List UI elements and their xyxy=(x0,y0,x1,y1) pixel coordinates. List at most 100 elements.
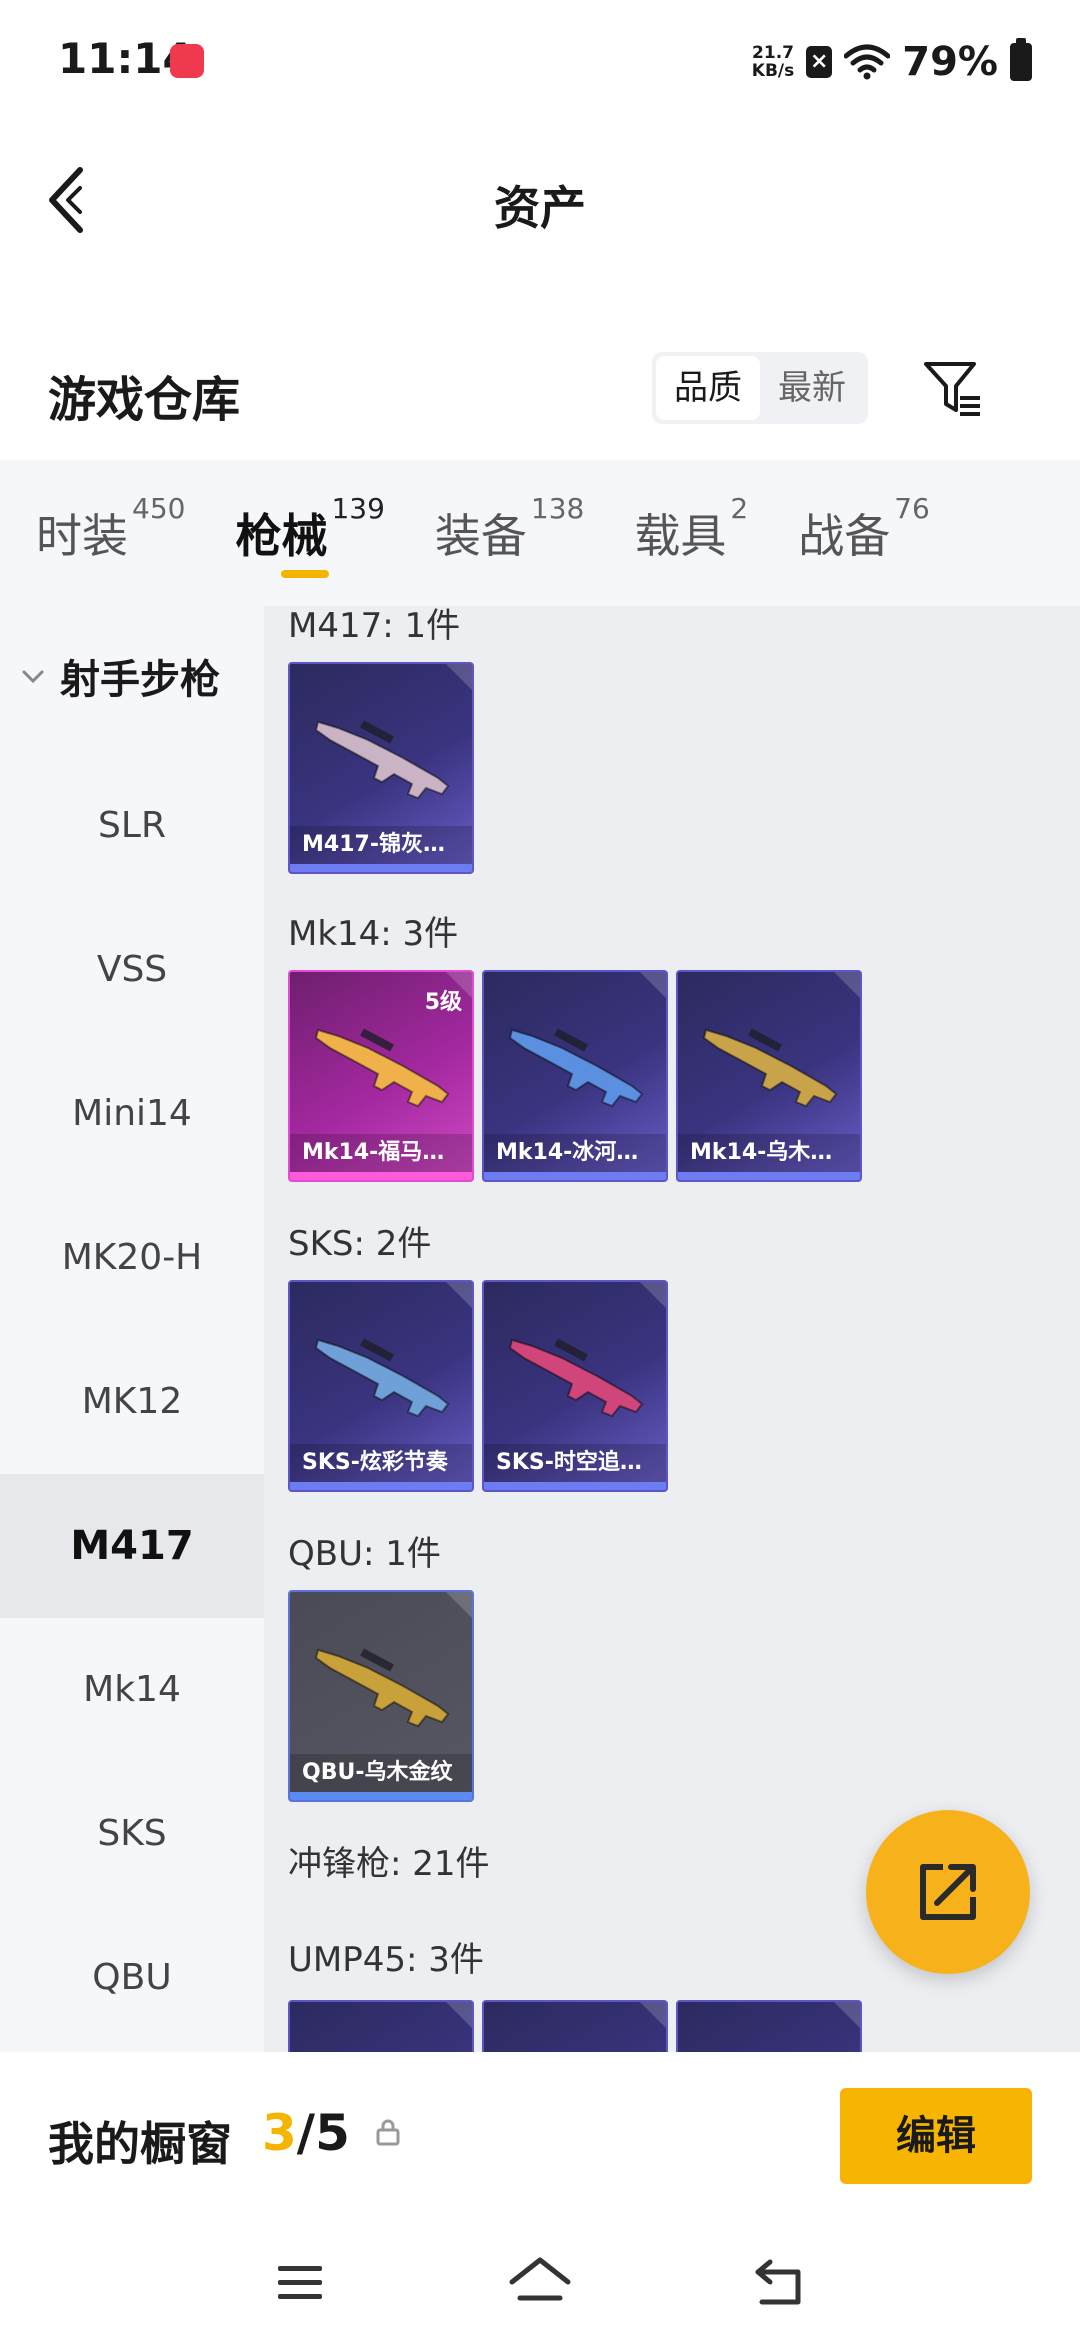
filter-icon[interactable] xyxy=(920,356,984,420)
network-speed-value: 21.7 xyxy=(752,43,794,63)
tab-supplies[interactable]: 战备76 xyxy=(798,460,930,606)
rarity-bar xyxy=(290,864,472,872)
sidebar-item-mk14[interactable]: Mk14 xyxy=(0,1618,264,1762)
weapon-card[interactable]: SKS-时空追… xyxy=(482,1280,668,1492)
sort-option-quality[interactable]: 品质 xyxy=(656,356,760,420)
card-corner-decoration xyxy=(446,1282,472,1308)
back-nav-icon[interactable] xyxy=(740,2252,820,2312)
app-notification-icon xyxy=(170,44,204,78)
weapon-card-name: M417-锦灰… xyxy=(290,826,472,864)
no-sim-icon: × xyxy=(806,46,833,78)
tab-count: 2 xyxy=(730,491,749,525)
rarity-bar xyxy=(290,1172,472,1180)
tab-label: 战备 xyxy=(798,509,891,563)
card-corner-decoration xyxy=(446,1592,472,1618)
sidebar-item-sks[interactable]: SKS xyxy=(0,1762,264,1906)
rifle-icon xyxy=(314,720,450,800)
tab-label: 载具 xyxy=(634,509,727,563)
weapon-card-name: Mk14-福马… xyxy=(290,1134,472,1172)
section-label: SKS: 2件 xyxy=(288,1224,432,1264)
tab-label: 枪械 xyxy=(235,509,328,563)
weapon-card[interactable]: 5级 Mk14-福马… xyxy=(288,970,474,1182)
rifle-icon xyxy=(308,2038,458,2052)
rifle-icon xyxy=(314,1028,450,1108)
share-button[interactable] xyxy=(866,1810,1030,1974)
rifle-icon xyxy=(314,1648,450,1728)
weapon-card-name: Mk14-冰河… xyxy=(484,1134,666,1172)
tab-equipment[interactable]: 装备138 xyxy=(435,460,584,606)
system-nav-bar xyxy=(0,2222,1080,2344)
weapon-card[interactable]: QBU-乌木金纹 xyxy=(288,1590,474,1802)
rifle-icon xyxy=(314,1338,450,1418)
sidebar-item-vss[interactable]: VSS xyxy=(0,898,264,1042)
card-corner-decoration xyxy=(446,2002,472,2028)
battery-percent: 79% xyxy=(902,39,998,85)
weapon-card-name: QBU-乌木金纹 xyxy=(290,1754,472,1792)
card-corner-decoration xyxy=(640,1282,666,1308)
sidebar-group-marksman[interactable]: 射手步枪 xyxy=(0,626,264,726)
showcase-separator: / xyxy=(296,2104,316,2162)
rarity-bar xyxy=(290,1792,472,1800)
rarity-bar xyxy=(678,1172,860,1180)
section-label: Mk14: 3件 xyxy=(288,914,459,954)
tab-guns[interactable]: 枪械139 xyxy=(235,460,385,606)
chevron-down-icon xyxy=(22,670,44,684)
category-tabs: 时装450 枪械139 装备138 载具2 战备76 xyxy=(0,460,1080,606)
section-label: UMP45: 3件 xyxy=(288,1940,484,1980)
tab-count: 450 xyxy=(132,491,186,525)
weapon-card-name: SKS-时空追… xyxy=(484,1444,666,1482)
sidebar-item-qbu[interactable]: QBU xyxy=(0,1906,264,2050)
showcase-count: 3/5 xyxy=(262,2104,350,2162)
home-icon[interactable] xyxy=(500,2252,580,2312)
network-speed: 21.7 KB/s xyxy=(752,44,794,80)
weapon-card[interactable] xyxy=(288,2000,474,2052)
battery-icon xyxy=(1010,38,1032,81)
showcase-current: 3 xyxy=(262,2104,297,2162)
rifle-icon xyxy=(502,2038,652,2052)
tab-count: 138 xyxy=(530,491,585,525)
section-label: QBU: 1件 xyxy=(288,1534,441,1574)
status-bar: 11:14 21.7 KB/s × 79% xyxy=(0,0,1080,120)
weapon-card[interactable]: M417-锦灰… xyxy=(288,662,474,874)
lock-icon[interactable] xyxy=(374,2118,402,2146)
status-right: 21.7 KB/s × 79% xyxy=(752,38,1032,86)
weapon-card[interactable] xyxy=(482,2000,668,2052)
menu-icon[interactable] xyxy=(260,2252,340,2312)
warehouse-title: 游戏仓库 xyxy=(48,372,241,428)
tab-fashion[interactable]: 时装450 xyxy=(36,460,185,606)
weapon-card[interactable] xyxy=(676,2000,862,2052)
showcase-title: 我的橱窗 xyxy=(48,2117,232,2171)
section-label: 冲锋枪: 21件 xyxy=(288,1844,490,1884)
section-label: M417: 1件 xyxy=(288,606,461,646)
sidebar-item-slr[interactable]: SLR xyxy=(0,754,264,898)
card-corner-decoration xyxy=(834,972,860,998)
sidebar-item-mk12[interactable]: MK12 xyxy=(0,1330,264,1474)
wifi-icon xyxy=(844,44,891,80)
weapon-card-name: SKS-炫彩节奏 xyxy=(290,1444,472,1482)
sidebar-group-label: 射手步枪 xyxy=(60,657,220,703)
external-link-icon xyxy=(920,1864,976,1920)
warehouse-header: 游戏仓库 品质 最新 xyxy=(0,330,1080,450)
card-corner-decoration xyxy=(446,664,472,690)
weapon-card[interactable]: Mk14-冰河… xyxy=(482,970,668,1182)
tab-vehicles[interactable]: 载具2 xyxy=(634,460,748,606)
edit-button[interactable]: 编辑 xyxy=(840,2088,1032,2184)
weapon-card-name: Mk14-乌木… xyxy=(678,1134,860,1172)
sidebar-item-mk20h[interactable]: MK20-H xyxy=(0,1186,264,1330)
rifle-icon xyxy=(702,1028,838,1108)
sidebar-item-mini14[interactable]: Mini14 xyxy=(0,1042,264,1186)
tab-label: 时装 xyxy=(36,509,128,563)
sort-option-newest[interactable]: 最新 xyxy=(760,356,864,420)
page-title: 资产 xyxy=(494,181,586,235)
card-corner-decoration xyxy=(640,2002,666,2028)
showcase-total: 5 xyxy=(315,2104,350,2162)
tab-count: 76 xyxy=(894,491,930,525)
rifle-icon xyxy=(696,2038,846,2052)
tab-count: 139 xyxy=(331,491,385,525)
weapon-card[interactable]: Mk14-乌木… xyxy=(676,970,862,1182)
rifle-icon xyxy=(508,1338,644,1418)
network-speed-unit: KB/s xyxy=(751,61,795,81)
weapon-card[interactable]: SKS-炫彩节奏 xyxy=(288,1280,474,1492)
sidebar-item-m417[interactable]: M417 xyxy=(0,1474,264,1618)
card-corner-decoration xyxy=(834,2002,860,2028)
